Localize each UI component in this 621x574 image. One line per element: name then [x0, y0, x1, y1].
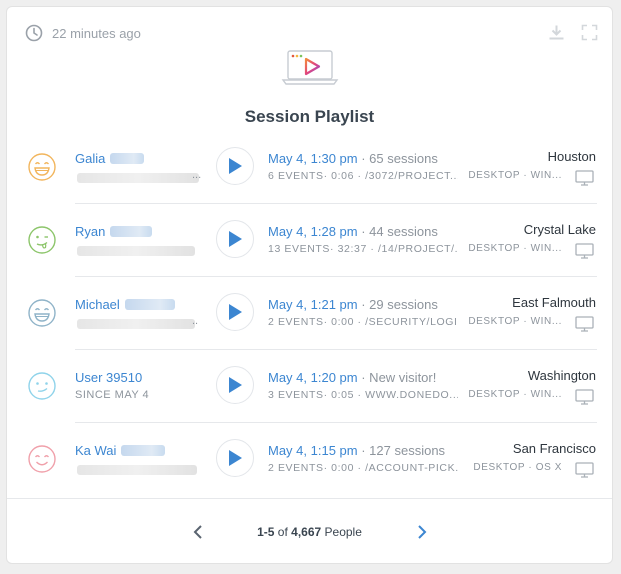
monitor-icon [575, 316, 594, 332]
session-playlist-card: 22 minutes ago Session Playlist Galia ..… [6, 6, 613, 564]
user-name-link[interactable]: User 39510 [75, 370, 142, 385]
redacted-surname [110, 226, 153, 237]
session-summary: May 4, 1:20 pm · New visitor! [268, 370, 436, 385]
redacted-email [77, 319, 195, 329]
session-detail: 2 EVENTS· 0:00 · /SECURITY/LOGIN [268, 316, 458, 328]
user-name-link[interactable]: Ka Wai [75, 443, 166, 458]
laptop-play-icon [281, 50, 338, 85]
total-count: 4,667 [291, 525, 322, 539]
user-name: Michael [75, 297, 120, 312]
smiling-face-icon [28, 445, 56, 473]
session-detail: 13 EVENTS· 32:37 · /14/PROJECT/... [268, 243, 458, 255]
download-icon[interactable] [548, 24, 565, 41]
grinning-face-icon [28, 299, 56, 327]
session-summary: May 4, 1:21 pm · 29 sessions [268, 297, 438, 312]
user-name-link[interactable]: Ryan [75, 224, 153, 239]
play-session-button[interactable] [216, 147, 254, 185]
user-name-link[interactable]: Galia [75, 151, 145, 166]
user-name: Galia [75, 151, 106, 166]
session-date-link[interactable]: May 4, 1:28 pm [268, 224, 358, 239]
ellipsis: ... [192, 169, 202, 181]
monitor-icon [575, 243, 594, 259]
session-date-link[interactable]: May 4, 1:20 pm [268, 370, 358, 385]
session-date-link[interactable]: May 4, 1:30 pm [268, 151, 358, 166]
session-device: DESKTOP · OS X [473, 462, 562, 473]
count-unit: People [324, 525, 362, 539]
redacted-email [77, 465, 197, 475]
card-tools [548, 24, 598, 41]
tongue-face-icon [28, 226, 56, 254]
redacted-surname [110, 153, 145, 164]
play-icon [229, 377, 242, 393]
session-detail: 6 EVENTS· 0:06 · /3072/PROJECT... [268, 170, 458, 182]
session-device: DESKTOP · WIN... [468, 243, 562, 254]
clock-icon [25, 24, 43, 42]
session-count: · 127 sessions [361, 443, 446, 458]
playlist-illustration [7, 47, 612, 87]
session-summary: May 4, 1:30 pm · 65 sessions [268, 151, 438, 166]
session-count: · 44 sessions [361, 224, 438, 239]
session-detail: 3 EVENTS· 0:05 · WWW.DONEDO... [268, 389, 458, 401]
session-summary: May 4, 1:28 pm · 44 sessions [268, 224, 438, 239]
user-name: User 39510 [75, 370, 143, 385]
updated-time: 22 minutes ago [52, 25, 141, 41]
page-of: of [277, 525, 288, 539]
session-summary: May 4, 1:15 pm · 127 sessions [268, 443, 445, 458]
session-count: · 65 sessions [361, 151, 438, 166]
redacted-surname [124, 299, 175, 310]
session-row: User 39510 SINCE MAY 4 May 4, 1:20 pm · … [7, 349, 612, 422]
session-device: DESKTOP · WIN... [468, 316, 562, 327]
session-city: San Francisco [512, 441, 596, 456]
page-range: 1-5 [257, 525, 275, 539]
play-session-button[interactable] [216, 439, 254, 477]
play-icon [229, 450, 242, 466]
session-device: DESKTOP · WIN... [468, 389, 562, 400]
next-page-icon[interactable] [415, 523, 429, 541]
play-icon [229, 158, 242, 174]
laughing-face-icon [28, 153, 56, 181]
monitor-icon [575, 389, 594, 405]
pagination-summary: 1-5 of 4,667 People [7, 525, 612, 539]
session-city: East Falmouth [512, 295, 596, 310]
redacted-surname [121, 445, 166, 456]
session-row: Michael .. May 4, 1:21 pm · 29 sessions … [7, 276, 612, 349]
session-city: Houston [547, 149, 596, 164]
session-city: Crystal Lake [523, 222, 596, 237]
session-row: Ka Wai May 4, 1:15 pm · 127 sessions 2 E… [7, 422, 612, 495]
pagination-bar: 1-5 of 4,667 People [7, 498, 612, 565]
last-updated: 22 minutes ago [25, 24, 141, 42]
session-row: Galia ... May 4, 1:30 pm · 65 sessions 6… [7, 130, 612, 203]
session-date-link[interactable]: May 4, 1:21 pm [268, 297, 358, 312]
play-icon [229, 231, 242, 247]
user-name: Ryan [75, 224, 106, 239]
session-detail: 2 EVENTS· 0:00 · /ACCOUNT-PICK... [268, 462, 458, 474]
play-session-button[interactable] [216, 293, 254, 331]
user-since: SINCE MAY 4 [75, 389, 150, 401]
play-session-button[interactable] [216, 366, 254, 404]
monitor-icon [575, 462, 594, 478]
session-row: Ryan May 4, 1:28 pm · 44 sessions 13 EVE… [7, 203, 612, 276]
session-date-link[interactable]: May 4, 1:15 pm [268, 443, 358, 458]
session-count: · 29 sessions [361, 297, 438, 312]
play-session-button[interactable] [216, 220, 254, 258]
redacted-email [77, 173, 199, 183]
page-title: Session Playlist [244, 107, 375, 126]
session-city: Washington [527, 368, 596, 383]
monitor-icon [575, 170, 594, 186]
fullscreen-icon[interactable] [581, 24, 598, 41]
user-name: Ka Wai [75, 443, 117, 458]
user-name-link[interactable]: Michael [75, 297, 175, 312]
session-count: · New visitor! [361, 370, 437, 385]
ellipsis: .. [192, 315, 199, 327]
play-icon [229, 304, 242, 320]
session-list: Galia ... May 4, 1:30 pm · 65 sessions 6… [7, 130, 612, 495]
redacted-email [77, 246, 195, 256]
smirk-face-icon [28, 372, 56, 400]
session-device: DESKTOP · WIN... [468, 170, 562, 181]
